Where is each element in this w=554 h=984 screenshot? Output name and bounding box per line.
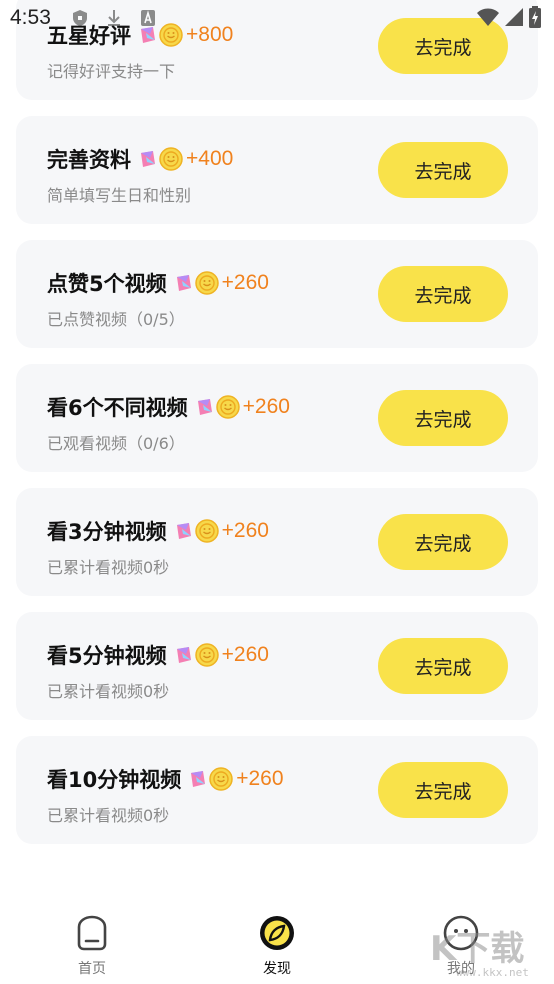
gem-icon: [176, 647, 191, 663]
complete-task-button[interactable]: 去完成: [378, 514, 508, 570]
nav-profile-label: 我的: [447, 961, 475, 977]
gem-icon: [191, 771, 206, 787]
coin-icon: [194, 271, 219, 295]
task-reward: +260: [221, 271, 269, 294]
task-reward: +260: [221, 519, 269, 542]
task-desc: 已累计看视频0秒: [47, 558, 170, 577]
task-card: 点赞5个视频 +260 已点赞视频（0/5） 去完成: [16, 240, 538, 348]
task-title-row: 五星好评 +800: [47, 20, 233, 50]
task-card: 看3分钟视频 +260 已累计看视频0秒 去完成: [16, 488, 538, 596]
task-card: 五星好评 +800 记得好评支持一下 去完成: [16, 0, 538, 100]
task-title: 看6个不同视频: [47, 396, 188, 420]
task-title-row: 看10分钟视频 +260: [47, 764, 284, 794]
gem-icon: [176, 523, 191, 539]
task-title: 五星好评: [47, 24, 131, 48]
nav-discover-label: 发现: [263, 961, 291, 977]
task-title: 完善资料: [47, 148, 131, 172]
nav-home-label: 首页: [78, 961, 106, 977]
task-card: 看5分钟视频 +260 已累计看视频0秒 去完成: [16, 612, 538, 720]
task-desc: 已观看视频（0/6）: [47, 434, 185, 453]
task-reward: +800: [186, 23, 234, 46]
compass-icon: [260, 916, 294, 950]
nav-profile[interactable]: 我的: [416, 914, 506, 984]
coin-icon: [194, 643, 219, 667]
task-desc: 简单填写生日和性别: [47, 186, 192, 205]
coin-icon: [215, 395, 240, 419]
complete-task-button[interactable]: 去完成: [378, 142, 508, 198]
task-card: 完善资料 +400 简单填写生日和性别 去完成: [16, 116, 538, 224]
coin-icon: [194, 519, 219, 543]
task-card: 看6个不同视频 +260 已观看视频（0/6） 去完成: [16, 364, 538, 472]
home-icon: [77, 915, 107, 951]
bottom-nav: 首页 发现 我的: [0, 898, 554, 984]
task-title-row: 点赞5个视频 +260: [47, 268, 269, 298]
nav-discover[interactable]: 发现: [232, 914, 322, 984]
task-card: 看10分钟视频 +260 已累计看视频0秒 去完成: [16, 736, 538, 844]
task-title: 看3分钟视频: [47, 520, 167, 544]
complete-task-button[interactable]: 去完成: [378, 390, 508, 446]
task-desc: 已累计看视频0秒: [47, 682, 170, 701]
task-reward: +260: [236, 767, 284, 790]
coin-icon: [209, 767, 233, 791]
task-title: 看10分钟视频: [47, 768, 182, 792]
task-title: 点赞5个视频: [47, 272, 167, 296]
task-title-row: 看5分钟视频 +260: [47, 640, 269, 670]
complete-task-button[interactable]: 去完成: [378, 762, 508, 818]
task-reward: +260: [242, 395, 290, 418]
task-desc: 记得好评支持一下: [47, 62, 176, 81]
complete-task-button[interactable]: 去完成: [378, 638, 508, 694]
task-title-row: 看3分钟视频 +260: [47, 516, 269, 546]
task-desc: 已点赞视频（0/5）: [47, 310, 185, 329]
coin-icon: [159, 23, 183, 47]
gem-icon: [141, 27, 155, 43]
complete-task-button[interactable]: 去完成: [378, 266, 508, 322]
coin-icon: [159, 147, 183, 171]
gem-icon: [197, 399, 212, 415]
profile-icon: [443, 915, 479, 951]
complete-task-button[interactable]: 去完成: [378, 18, 508, 74]
task-reward: +400: [186, 147, 234, 170]
nav-home[interactable]: 首页: [47, 914, 137, 984]
screen: 五星好评 +800 记得好评支持一下 去完成 完善资料 +400 简单填写生日和性别 去完成点…: [0, 0, 554, 984]
task-reward: +260: [221, 643, 269, 666]
task-title-row: 看6个不同视频 +260: [47, 392, 290, 422]
task-title-row: 完善资料 +400: [47, 144, 233, 174]
gem-icon: [176, 275, 191, 291]
task-title: 看5分钟视频: [47, 644, 167, 668]
task-desc: 已累计看视频0秒: [47, 806, 170, 825]
gem-icon: [141, 151, 155, 167]
